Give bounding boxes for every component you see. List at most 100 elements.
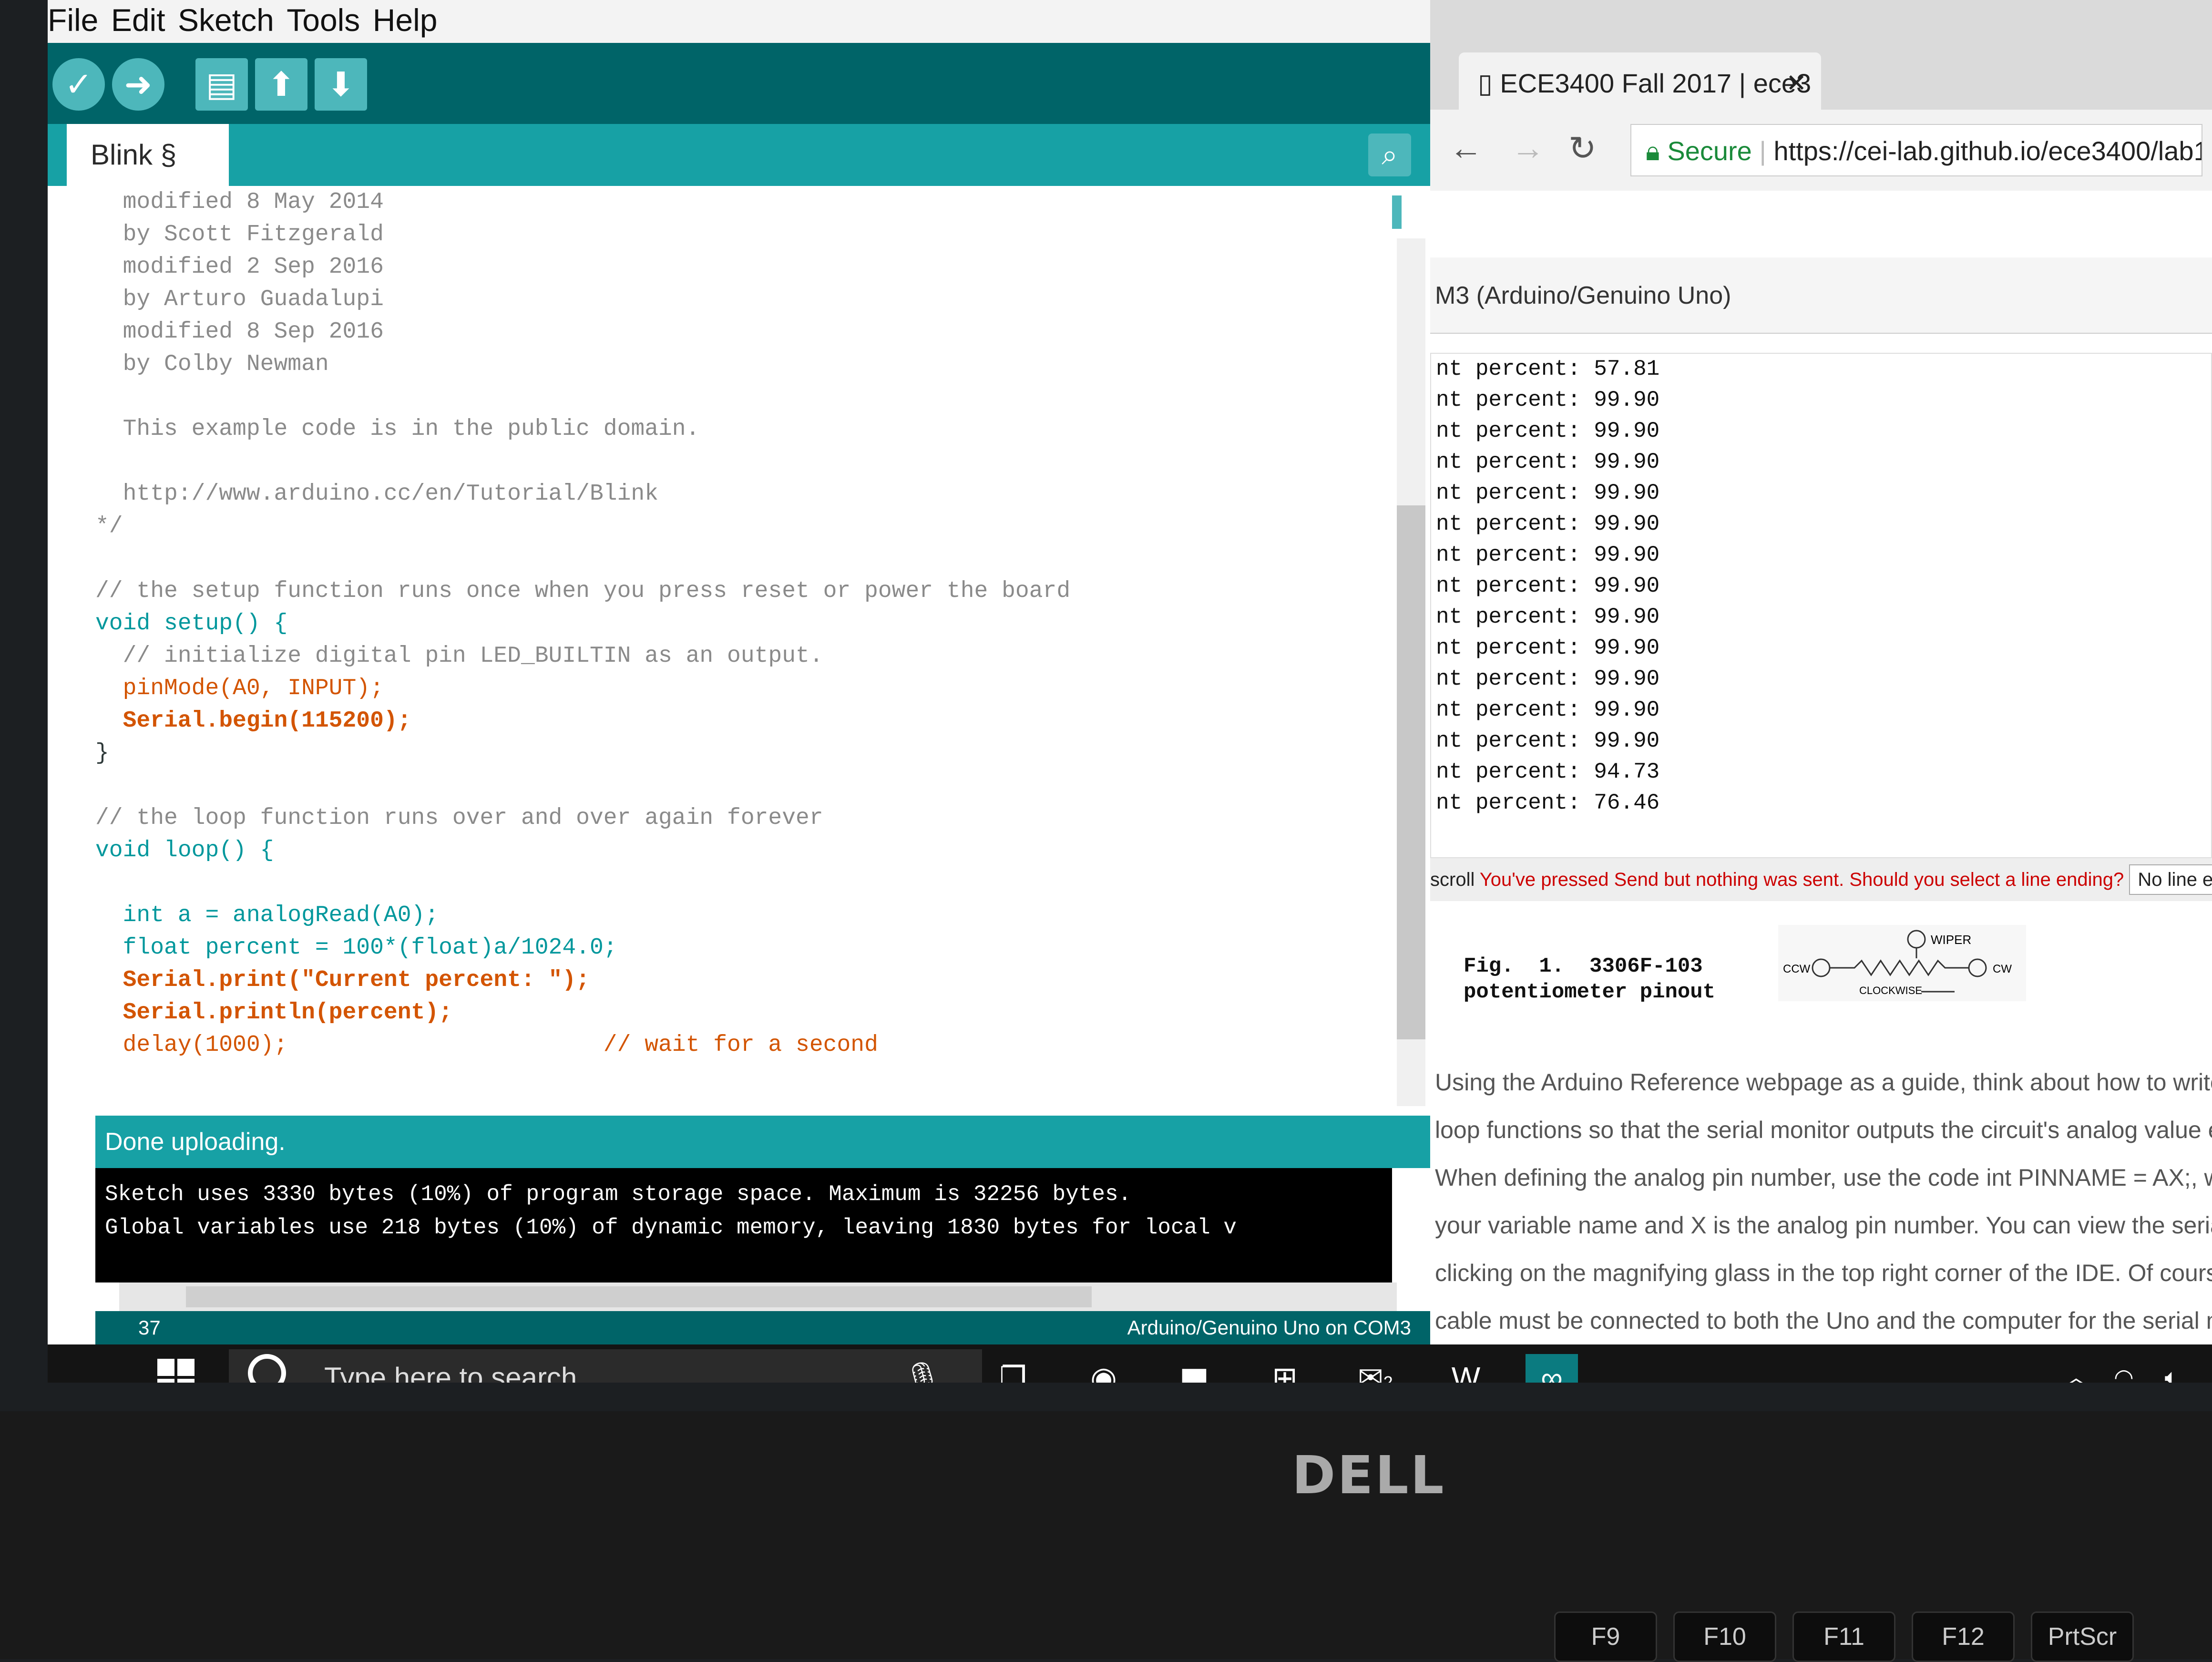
key-f10[interactable]: F10: [1673, 1611, 1776, 1662]
key-f11[interactable]: F11: [1792, 1611, 1895, 1662]
new-button[interactable]: ▤: [195, 58, 248, 111]
code-line: // the setup function runs once when you…: [95, 578, 1071, 604]
serial-monitor-output: nt percent: 57.81 nt percent: 99.90 nt per…: [1430, 353, 2212, 858]
arduino-ide-window: File Edit Sketch Tools Help — ☐ ✕ ✓ ➜ ▤ …: [48, 0, 1886, 1344]
check-icon: ✓: [64, 66, 93, 103]
ccw-label: CCW: [1783, 963, 1811, 975]
potentiometer-schematic: WIPER CCW CW CLOCKWISE: [1783, 930, 2012, 996]
board-port-label: Arduino/Genuino Uno on COM3: [1127, 1316, 1411, 1339]
open-button[interactable]: ⬆: [255, 58, 307, 111]
key-prtscr[interactable]: PrtScr: [2031, 1611, 2134, 1662]
console-horizontal-scrollbar[interactable]: [119, 1282, 1397, 1311]
serial-output-line: nt percent: 99.90: [1436, 667, 1660, 691]
document-icon: ▤: [205, 66, 238, 103]
code-line: This example code is in the public domai…: [95, 416, 700, 442]
file-explorer-icon[interactable]: ▆: [1168, 1354, 1220, 1383]
mail-badge: 2: [1383, 1373, 1393, 1383]
serial-output-line: nt percent: 99.90: [1436, 698, 1660, 722]
code-editor[interactable]: modified 8 May 2014 by Scott Fitzgerald …: [95, 186, 1392, 1116]
code-line: http://www.arduino.cc/en/Tutorial/Blink: [95, 481, 658, 507]
console-output: Sketch uses 3330 bytes (10%) of program …: [95, 1168, 1392, 1282]
save-button[interactable]: ⬇: [315, 58, 367, 111]
windows-taskbar: Type here to search 🎙︎ ❐ ◉ ▆ ⊞ ✉2 W ∞ ︿ …: [48, 1344, 2212, 1383]
tab-blink[interactable]: Blink §: [67, 124, 229, 186]
code-line: pinMode(A0, INPUT);: [95, 676, 384, 701]
url-field[interactable]: 🔒︎ Secure | https://cei-lab.github.io/ec…: [1630, 124, 2202, 176]
back-icon[interactable]: ←: [1449, 129, 1483, 167]
ide-toolbar: ✓ ➜ ▤ ⬆ ⬇: [48, 43, 1430, 124]
serial-output-line: nt percent: 76.46: [1436, 790, 1660, 815]
code-line: by Scott Fitzgerald: [95, 222, 384, 247]
taskbar-search-box[interactable]: Type here to search: [229, 1349, 982, 1383]
store-icon[interactable]: ⊞: [1259, 1354, 1311, 1383]
keyboard-function-row: F9 F10 F11 F12 PrtScr: [0, 1611, 2212, 1662]
key-f9[interactable]: F9: [1554, 1611, 1657, 1662]
close-tab-icon[interactable]: ✕: [1786, 52, 1807, 114]
windows-start-icon[interactable]: [157, 1359, 195, 1383]
serial-output-line: nt percent: 57.81: [1436, 357, 1660, 381]
ide-footer: 37 Arduino/Genuino Uno on COM3: [95, 1311, 1430, 1344]
key-f12[interactable]: F12: [1912, 1611, 2015, 1662]
volume-icon[interactable]: 🔈︎: [2145, 1354, 2198, 1383]
code-line: Serial.print("Current percent: ");: [95, 967, 590, 993]
code-line: void setup() {: [95, 611, 288, 636]
serial-monitor-button[interactable]: ⌕: [1368, 133, 1411, 176]
serial-output-line: nt percent: 99.90: [1436, 605, 1660, 629]
serial-monitor-footer: scroll You've pressed Send but nothing w…: [1430, 858, 2212, 901]
tray-chevron-icon[interactable]: ︿: [2050, 1354, 2102, 1383]
sketch-tab-bar: Blink § ⌕: [48, 124, 1430, 186]
serial-output-line: nt percent: 99.90: [1436, 450, 1660, 474]
mail-icon[interactable]: ✉2: [1349, 1354, 1402, 1383]
serial-output-line: nt percent: 99.90: [1436, 512, 1660, 536]
search-placeholder: Type here to search: [324, 1362, 577, 1383]
browser-tab-title: ECE3400 Fall 2017 | ece3: [1500, 68, 1812, 98]
serial-output-line: nt percent: 99.90: [1436, 388, 1660, 412]
arrow-down-icon: ⬇: [327, 66, 355, 103]
task-view-icon[interactable]: ❐: [987, 1354, 1039, 1383]
menu-edit[interactable]: Edit: [111, 2, 165, 38]
verify-button[interactable]: ✓: [52, 58, 105, 111]
page-icon: ▯: [1478, 68, 1500, 98]
wifi-icon[interactable]: ◠: [2098, 1354, 2150, 1383]
word-icon[interactable]: W: [1440, 1354, 1492, 1383]
menu-tools[interactable]: Tools: [287, 2, 360, 38]
forward-icon[interactable]: →: [1511, 129, 1545, 167]
code-line: void loop() {: [95, 838, 274, 863]
reload-icon[interactable]: ↻: [1568, 129, 1597, 168]
code-line: Serial.println(percent);: [95, 1000, 452, 1026]
arduino-icon[interactable]: ∞: [1526, 1354, 1578, 1383]
lab-instructions-text: Using the Arduino Reference webpage as a…: [1430, 1058, 2212, 1335]
browser-tab[interactable]: ▯ ECE3400 Fall 2017 | ece3 ✕: [1459, 52, 1821, 114]
send-warning: You've pressed Send but nothing was sent…: [1479, 869, 2124, 890]
menu-file[interactable]: File: [48, 2, 98, 38]
serial-monitor-title: M3 (Arduino/Genuino Uno): [1430, 257, 2212, 334]
serial-output-line: nt percent: 99.90: [1436, 574, 1660, 598]
autoscroll-checkbox[interactable]: scroll: [1430, 869, 1475, 890]
code-line: Serial.begin(115200);: [95, 708, 411, 734]
menu-sketch[interactable]: Sketch: [178, 2, 274, 38]
code-line: by Arturo Guadalupi: [95, 287, 384, 312]
chrome-icon[interactable]: ◉: [1077, 1354, 1130, 1383]
url-text: https://cei-lab.github.io/ece3400/lab1.h…: [1773, 136, 2202, 166]
code-line: float percent = 100*(float)a/1024.0;: [95, 935, 617, 961]
scrollbar-thumb[interactable]: [186, 1286, 1092, 1307]
dell-logo: DELL: [1292, 1445, 1446, 1506]
screen: File Edit Sketch Tools Help — ☐ ✕ ✓ ➜ ▤ …: [48, 0, 2212, 1383]
upload-button[interactable]: ➜: [112, 58, 164, 111]
scrollbar-thumb[interactable]: [1397, 505, 1425, 1039]
paragraph-line: Using the Arduino Reference webpage as a…: [1435, 1069, 2212, 1096]
line-ending-select[interactable]: No line ending ⌄: [2129, 864, 2212, 895]
menu-help[interactable]: Help: [373, 2, 438, 38]
serial-output-line: nt percent: 94.73: [1436, 759, 1660, 784]
code-line: int a = analogRead(A0);: [95, 903, 439, 928]
line-ending-value: No line ending: [2138, 869, 2212, 890]
serial-output-line: nt percent: 99.90: [1436, 481, 1660, 505]
microphone-icon[interactable]: 🎙︎: [896, 1354, 949, 1383]
browser-tab-strip: ▯ ECE3400 Fall 2017 | ece3 ✕: [1430, 0, 2212, 114]
code-line: delay(1000); // wait for a second: [95, 1032, 878, 1058]
secure-label: Secure: [1667, 136, 1752, 166]
editor-vertical-scrollbar[interactable]: [1397, 238, 1425, 1106]
